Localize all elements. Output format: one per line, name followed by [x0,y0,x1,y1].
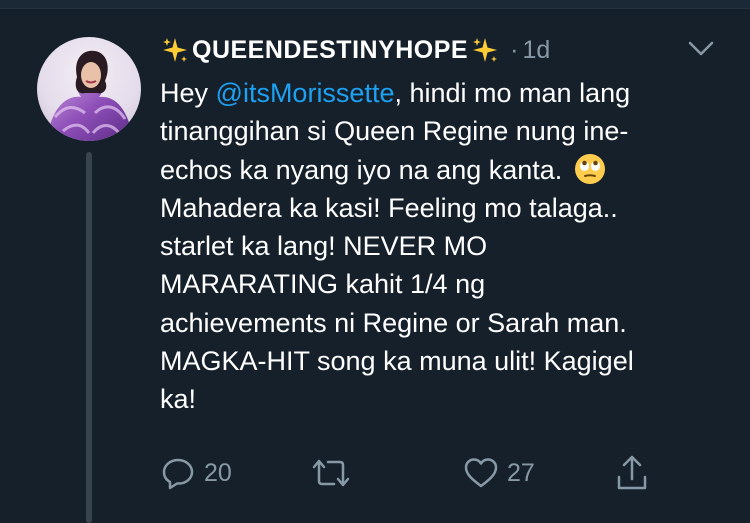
face-with-rolling-eyes-icon [574,153,605,184]
share-icon [617,455,647,490]
like-count: 27 [507,458,535,487]
tweet-text-line: starlet ka lang! NEVER MO [160,231,488,262]
display-name[interactable]: QUEENDESTINYHOPE [192,36,468,65]
time-separator: · [510,35,519,64]
avatar[interactable] [37,37,141,141]
text-segment: Hey [160,78,216,108]
like-button[interactable]: 27 [463,448,535,498]
tweet-actions: 20 27 [0,448,750,498]
mention-link[interactable]: @itsMorissette [216,78,395,108]
sparkles-icon [163,38,187,62]
reply-button[interactable]: 20 [160,448,232,498]
timestamp[interactable]: 1d [522,36,550,65]
retweet-button[interactable] [310,448,352,498]
sparkles-icon [473,38,498,62]
tweet-header: QUEENDESTINYHOPE · 1d [160,33,550,67]
tweet-view: QUEENDESTINYHOPE · 1d Hey @itsMorissette… [0,0,750,523]
text-segment: , hindi mo man lang [394,78,631,108]
reply-count: 20 [204,458,232,487]
divider [0,0,750,9]
reply-icon [162,458,194,490]
retweet-icon [312,459,350,487]
tweet-text-line: Mahadera ka kasi! Feeling mo talaga.. [160,192,618,223]
tweet-text-line: echos ka nyang iyo na ang kanta. [160,151,730,189]
text-segment: echos ka nyang iyo na ang kanta. [160,154,563,185]
tweet-text-line: tinanggihan si Queen Regine nung ine- [160,116,629,147]
tweet-text-line: achievements ni Regine or Sarah man. [160,307,627,338]
heart-icon [464,458,498,488]
chevron-down-icon[interactable] [688,40,714,58]
tweet-text-line: MAGKA-HIT song ka muna ulit! Kagigel [160,346,634,377]
tweet-text-line: ka! [160,384,197,415]
tweet-text: Hey @itsMorissette, hindi mo man lang ti… [160,74,730,419]
tweet-text-line: Hey @itsMorissette, hindi mo man lang [160,74,730,112]
share-button[interactable] [614,448,650,498]
tweet-text-line: MARARATING kahit 1/4 ng [160,269,486,300]
